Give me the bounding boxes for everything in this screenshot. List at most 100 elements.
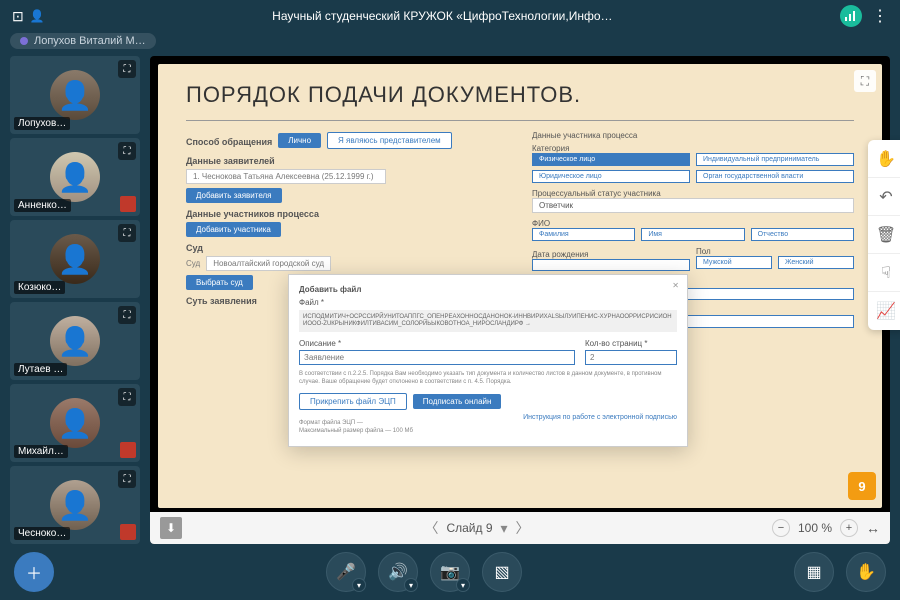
fio-label: ФИО [532, 219, 854, 228]
gender-label: Пол [696, 247, 854, 256]
modal-title: Добавить файл [299, 285, 677, 294]
participant-name: Михайл… [14, 445, 68, 458]
status-dropdown: Ответчик [532, 198, 854, 213]
zoom-in-icon[interactable]: + [840, 519, 858, 537]
expand-tile-icon[interactable]: ⛶ [118, 388, 136, 406]
slide-dropdown-icon[interactable]: ▾ [501, 520, 508, 537]
participant-tile[interactable]: 👤Лопухов… ⛶ [10, 56, 140, 134]
cat-entrepreneur: Индивидуальный предприниматель [696, 153, 854, 166]
file-hash: ИСПОДМИТИЧ+ОСРССИРЙУНИТОАППГС_ОПЕНРЕАХОН… [299, 310, 677, 332]
desc-label: Описание * [299, 339, 575, 348]
zoom-out-icon[interactable]: − [772, 519, 790, 537]
participants-column: 👤Лопухов…⛶👤Анненко…⛶👤Козюко…⛶👤Лутаев …⛶👤… [10, 56, 140, 544]
connection-icon[interactable] [840, 5, 862, 27]
participant-name: Лутаев … [14, 363, 67, 376]
add-participant-button: Добавить участника [186, 222, 281, 237]
applicant-field: 1. Чеснокова Татьяна Алексеевна (25.12.1… [186, 169, 386, 184]
category-label: Категория [532, 144, 854, 153]
participant-badge-icon [120, 524, 136, 540]
meeting-title: Научный студенческий КРУЖОК «ЦифроТехнол… [45, 9, 840, 23]
name-field: Имя [641, 228, 744, 241]
participant-tile[interactable]: 👤Анненко…⛶ [10, 138, 140, 216]
participant-name: Лопухов… [14, 117, 70, 130]
raise-hand-button[interactable]: ✋ [846, 552, 886, 592]
proc-participants-label: Данные участников процесса [186, 209, 508, 219]
gender-female: Женский [778, 256, 854, 269]
audio-button[interactable]: 🔊▾ [378, 552, 418, 592]
participant-tile[interactable]: 👤Михайл… ⛶ [10, 384, 140, 462]
prev-slide-icon[interactable]: 〈 [424, 518, 438, 538]
court-value: Новоалтайский городской суд [206, 256, 331, 271]
format-note: Формат файла ЭЦП — Максимальный размер ф… [299, 420, 413, 436]
presentation-area: ПОРЯДОК ПОДАЧИ ДОКУМЕНТОВ. Способ обраще… [150, 56, 890, 544]
camera-chevron-icon[interactable]: ▾ [456, 578, 470, 592]
modal-note: В соответствии с п.2.2.5. Порядка Вам не… [299, 371, 677, 387]
dob-label: Дата рождения [532, 250, 690, 259]
chart-tool-icon[interactable]: 📈 [868, 292, 900, 330]
cat-legal: Юридическое лицо [532, 170, 690, 183]
slide-indicator[interactable]: Слайд 9 [446, 521, 492, 535]
modal-close-icon: ✕ [672, 281, 679, 290]
participant-tile[interactable]: 👤Чесноко… ⛶ [10, 466, 140, 544]
audio-chevron-icon[interactable]: ▾ [404, 578, 418, 592]
next-slide-icon[interactable]: 〉 [516, 518, 530, 538]
sign-online-button: Подписать онлайн [413, 394, 502, 409]
slide-number-badge[interactable]: 9 [848, 472, 876, 500]
gender-male: Мужской [696, 256, 772, 269]
person-icon[interactable]: 👤 [30, 9, 45, 23]
slide-controls: ⬇ 〈 Слайд 9 ▾ 〉 − 100 % + ↔ [150, 512, 890, 544]
expand-tile-icon[interactable]: ⛶ [118, 60, 136, 78]
control-bar: ＋ 🎤▾ 🔊▾ 📷▾ ▧ ▦ ✋ [0, 544, 900, 600]
select-court-button: Выбрать суд [186, 275, 253, 290]
participant-tile[interactable]: 👤Козюко…⛶ [10, 220, 140, 298]
court-field-label: Суд [186, 259, 200, 268]
slide-title: ПОРЯДОК ПОДАЧИ ДОКУМЕНТОВ. [186, 82, 854, 108]
pages-field: 2 [585, 350, 677, 365]
add-file-modal: ✕ Добавить файл Файл * ИСПОДМИТИЧ+ОСРССИ… [288, 274, 688, 447]
appeal-personal-button: Лично [278, 133, 321, 148]
court-section-label: Суд [186, 243, 508, 253]
download-icon[interactable]: ⬇ [160, 517, 182, 539]
expand-tile-icon[interactable]: ⛶ [118, 470, 136, 488]
fullscreen-icon[interactable]: ⛶ [854, 70, 876, 92]
participants-icon[interactable]: ⊡ [12, 8, 24, 25]
options-icon[interactable]: ⋮ [872, 6, 888, 26]
participant-tile[interactable]: 👤Лутаев …⛶ [10, 302, 140, 380]
surname-field: Фамилия [532, 228, 635, 241]
patronymic-field: Отчество [751, 228, 854, 241]
participant-name: Чесноко… [14, 527, 70, 540]
add-applicant-button: Добавить заявителя [186, 188, 282, 203]
presenter-name: Лопухов Виталий М… [34, 35, 146, 47]
mic-button[interactable]: 🎤▾ [326, 552, 366, 592]
participant-avatar: 👤 [50, 398, 100, 448]
attach-sig-button: Прикрепить файл ЭЦП [299, 393, 407, 410]
participant-name: Анненко… [14, 199, 71, 212]
participant-badge-icon [120, 442, 136, 458]
expand-tile-icon[interactable]: ⛶ [118, 306, 136, 324]
participant-avatar: 👤 [50, 70, 100, 120]
mic-chevron-icon[interactable]: ▾ [352, 578, 366, 592]
camera-button[interactable]: 📷▾ [430, 552, 470, 592]
pointer-tool-icon[interactable]: ☟ [868, 254, 900, 292]
participant-badge-icon [120, 196, 136, 212]
expand-tile-icon[interactable]: ⛶ [118, 142, 136, 160]
participant-avatar: 👤 [50, 480, 100, 530]
add-button[interactable]: ＋ [14, 552, 54, 592]
presenter-status-dot [20, 37, 28, 45]
cat-individual: Физическое лицо [532, 153, 690, 166]
presenter-pill[interactable]: Лопухов Виталий М… [10, 33, 156, 49]
pages-label: Кол-во страниц * [585, 339, 677, 348]
layout-button[interactable]: ▦ [794, 552, 834, 592]
undo-icon[interactable]: ↶ [868, 178, 900, 216]
pan-tool-icon[interactable]: ✋ [868, 140, 900, 178]
expand-tile-icon[interactable]: ⛶ [118, 224, 136, 242]
trash-icon[interactable]: 🗑 [868, 216, 900, 254]
fit-width-icon[interactable]: ↔ [866, 520, 880, 536]
slide-content: ПОРЯДОК ПОДАЧИ ДОКУМЕНТОВ. Способ обраще… [158, 64, 882, 508]
appeal-rep-button: Я являюсь представителем [327, 132, 452, 149]
share-screen-button[interactable]: ▧ [482, 552, 522, 592]
header-bar: ⊡ 👤 Научный студенческий КРУЖОК «ЦифроТе… [0, 0, 900, 32]
desc-field: Заявление [299, 350, 575, 365]
appeal-label: Способ обращения [186, 137, 272, 147]
participant-name: Козюко… [14, 281, 65, 294]
